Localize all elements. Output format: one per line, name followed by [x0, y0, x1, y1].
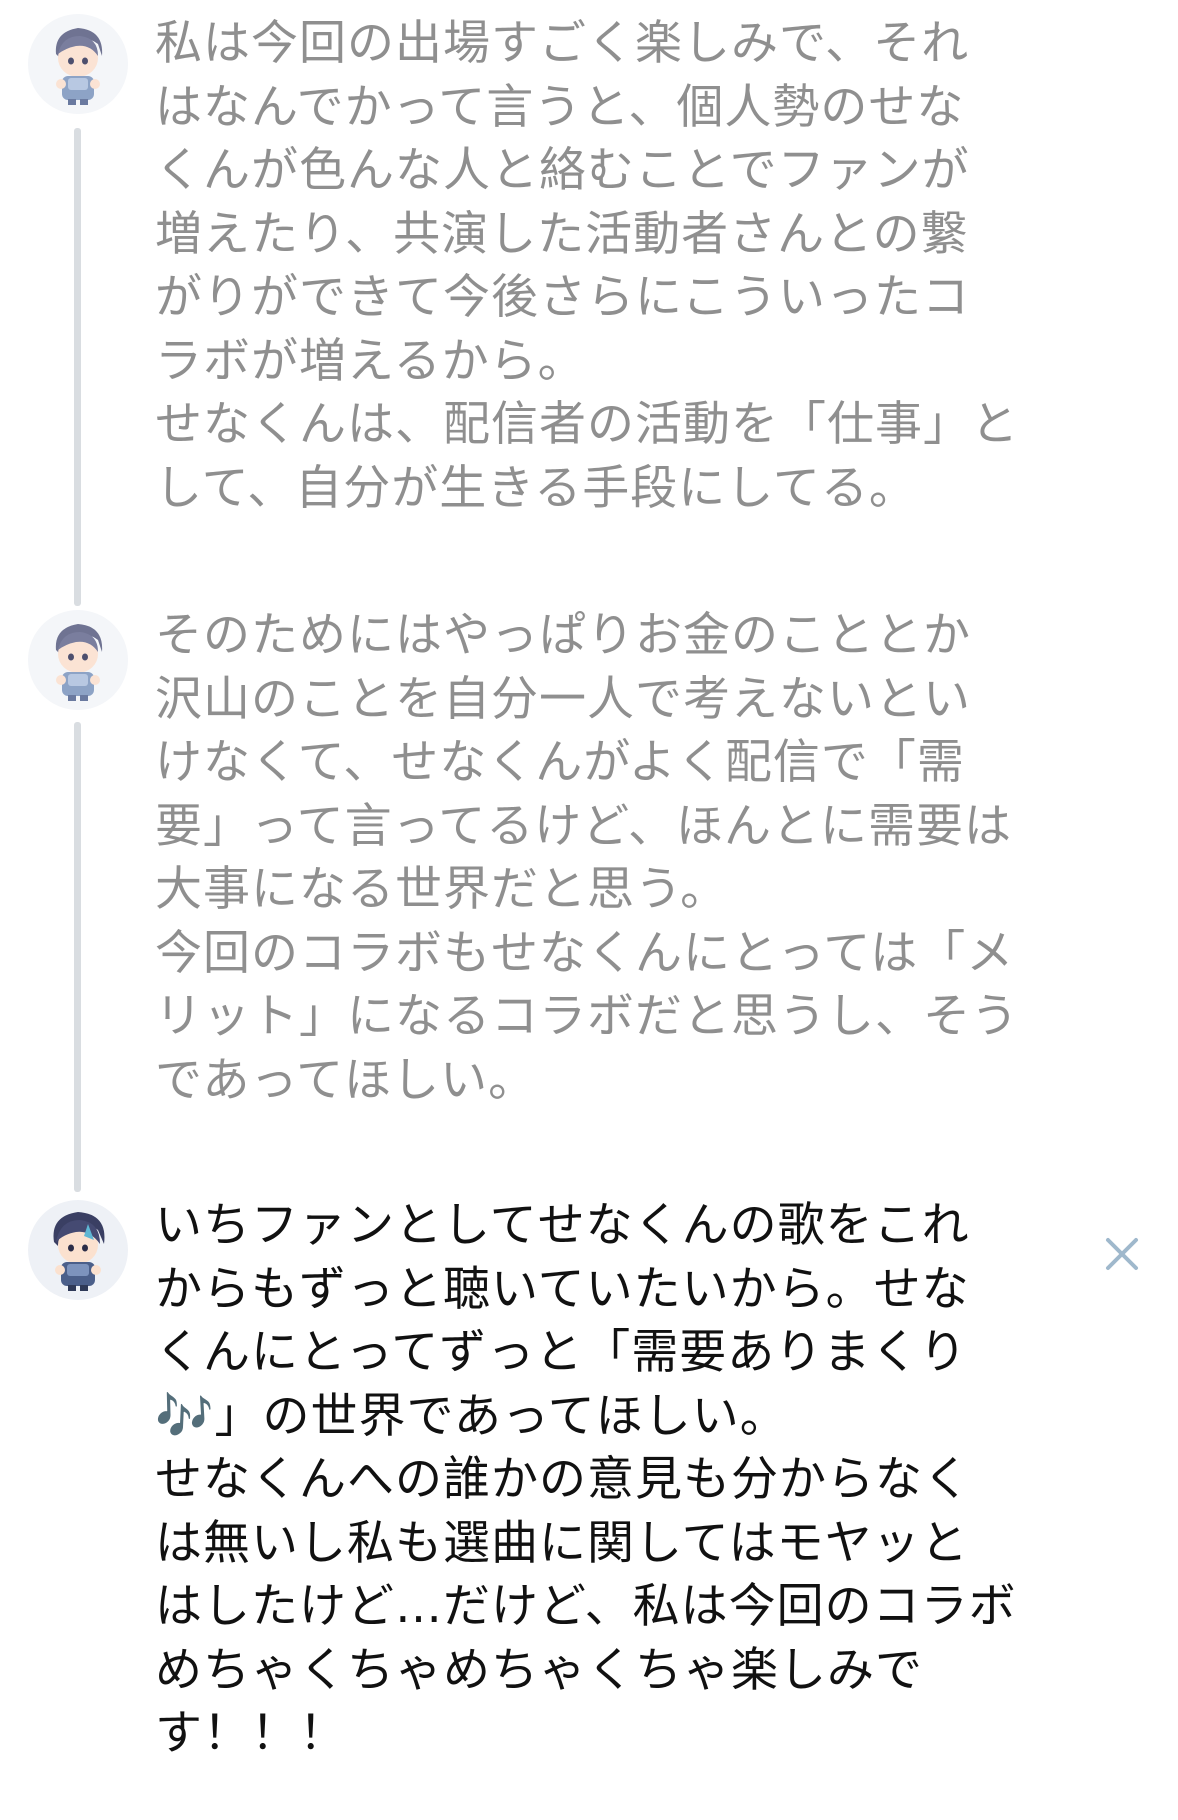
thread-post-text: いちファンとしてせなくんの歌をこれ からもずっと聴いていたいから。せな くんにと…: [155, 1198, 1017, 1761]
chibi-character-avatar-icon: [28, 14, 128, 114]
thread-post-text: 私は今回の出場すごく楽しみで、それ はなんでかって言うと、個人勢のせな くんが色…: [155, 16, 1019, 516]
close-icon: [1106, 1238, 1138, 1270]
thread-connector-line: [74, 128, 81, 606]
avatar[interactable]: [28, 1200, 128, 1300]
chibi-character-avatar-icon: [28, 610, 128, 710]
avatar[interactable]: [28, 14, 128, 114]
thread-connector-line: [74, 722, 81, 1192]
thread-post-text: そのためにはやっぱりお金のこととか 沢山のことを自分一人で考えないとい けなくて…: [155, 608, 1019, 1108]
chibi-character-avatar-icon: [28, 1200, 128, 1300]
close-button[interactable]: [1098, 1230, 1146, 1278]
avatar[interactable]: [28, 610, 128, 710]
